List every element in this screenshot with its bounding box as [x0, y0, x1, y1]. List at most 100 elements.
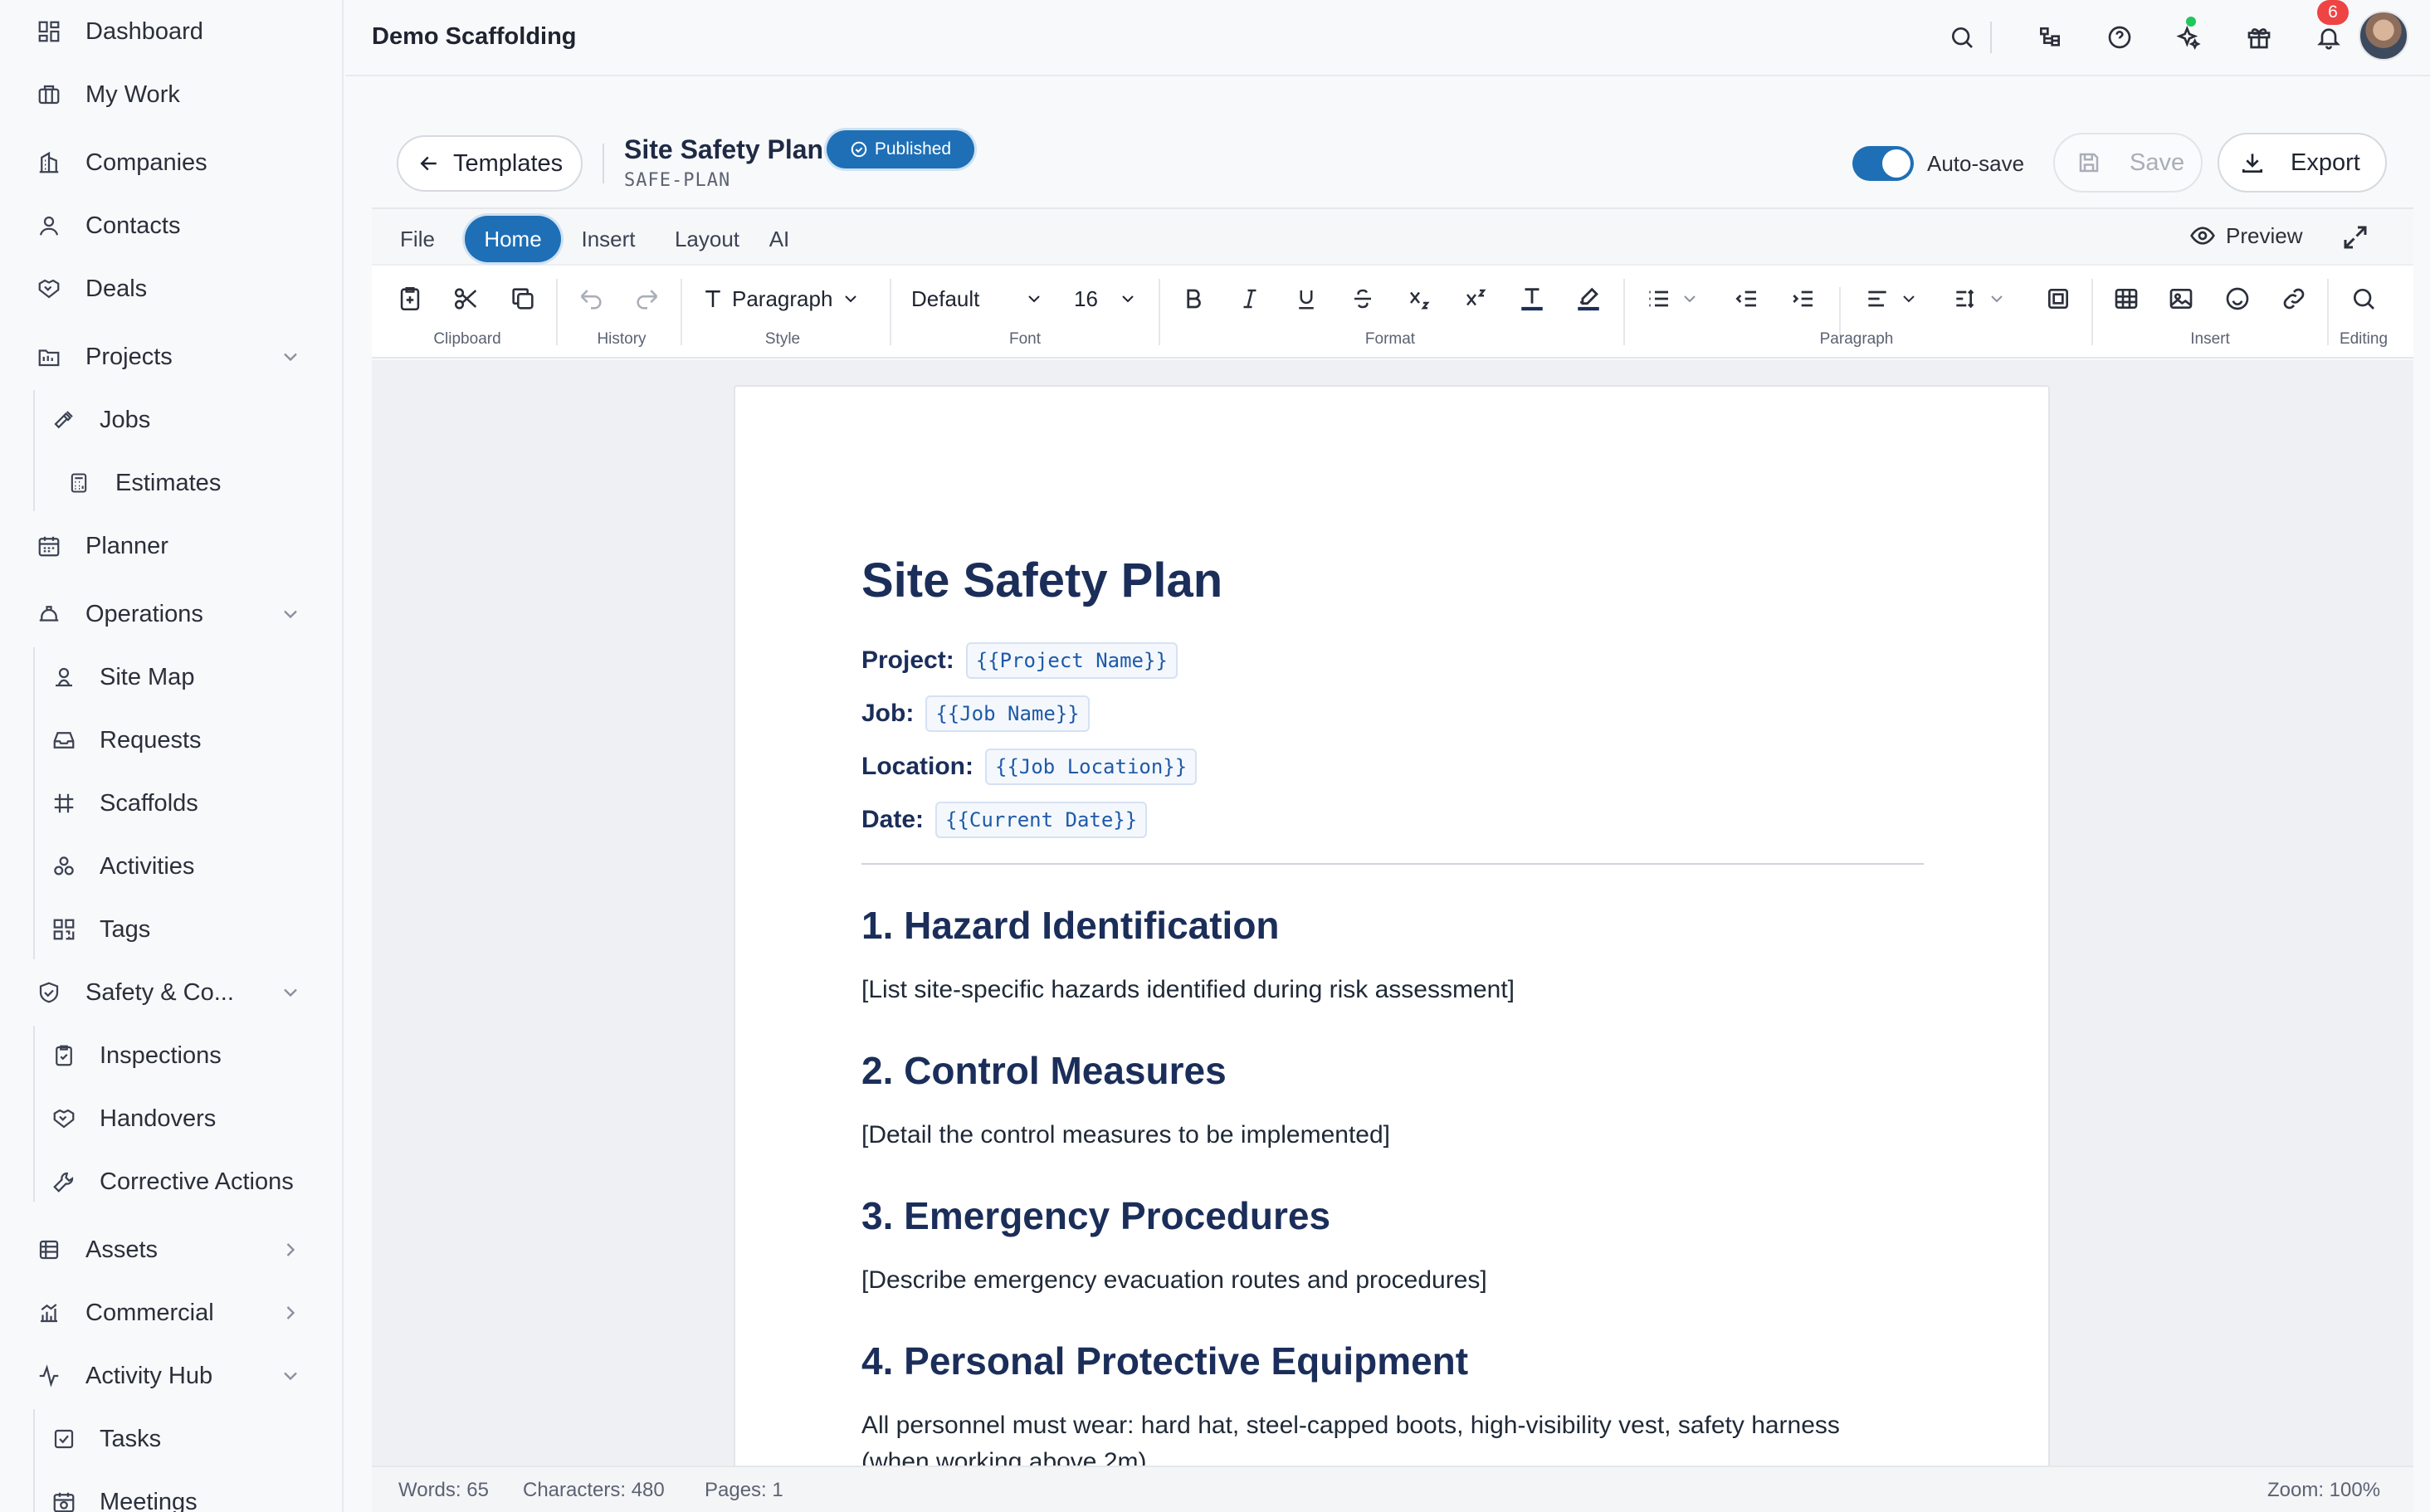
preview-button[interactable]: Preview	[2189, 222, 2302, 249]
group-label-paragraph: Paragraph	[1819, 330, 1894, 348]
sidebar-item-scaffolds[interactable]: Scaffolds	[0, 777, 342, 830]
sidebar-item-dashboard[interactable]: Dashboard	[0, 5, 342, 58]
merge-field-token[interactable]: {{Project Name}}	[965, 642, 1178, 679]
chevron-down-icon[interactable]	[279, 1364, 302, 1388]
bullet-list-icon[interactable]	[1642, 282, 1675, 315]
sidebar-item-inspections[interactable]: Inspections	[0, 1029, 342, 1082]
sidebar-item-site-map[interactable]: Site Map	[0, 651, 342, 704]
block-quote-icon[interactable]	[2042, 282, 2075, 315]
subscript-icon[interactable]	[1403, 282, 1436, 315]
sidebar-item-jobs[interactable]: Jobs	[0, 393, 342, 446]
meta-row-project: Project: {{Project Name}}	[861, 642, 1178, 679]
chevron-down-icon[interactable]	[279, 345, 302, 368]
chevron-down-icon[interactable]	[279, 602, 302, 626]
superscript-icon[interactable]	[1459, 282, 1492, 315]
divider	[1159, 279, 1160, 345]
image-icon[interactable]	[2164, 282, 2198, 315]
meta-row-location: Location: {{Job Location}}	[861, 749, 1198, 785]
sidebar-item-label: Dashboard	[85, 17, 203, 45]
divider	[2091, 279, 2093, 345]
section-body: [List site-specific hazards identified d…	[861, 976, 1515, 1003]
underline-icon[interactable]	[1290, 282, 1323, 315]
sidebar-item-tags[interactable]: Tags	[0, 903, 342, 956]
outdent-icon[interactable]	[1730, 282, 1763, 315]
sidebar-item-contacts[interactable]: Contacts	[0, 199, 342, 252]
sidebar-item-estimates[interactable]: Estimates	[0, 456, 342, 510]
sidebar-item-handovers[interactable]: Handovers	[0, 1092, 342, 1145]
sidebar-item-meetings[interactable]: Meetings	[0, 1475, 342, 1512]
sidebar-item-corrective-actions[interactable]: Corrective Actions	[0, 1155, 342, 1208]
find-icon[interactable]	[2347, 282, 2380, 315]
link-icon[interactable]	[2277, 282, 2310, 315]
tab-file[interactable]: File	[388, 216, 446, 262]
group-label-insert: Insert	[2190, 330, 2230, 348]
sidebar-item-operations[interactable]: Operations	[0, 588, 342, 641]
autosave-toggle[interactable]	[1852, 146, 1914, 181]
status-bar: Words: 65 Characters: 480 Pages: 1 Zoom:…	[372, 1466, 2413, 1512]
sidebar-item-activity-hub[interactable]: Activity Hub	[0, 1349, 342, 1402]
chevron-right-icon[interactable]	[279, 1238, 302, 1261]
sidebar-item-planner[interactable]: Planner	[0, 519, 342, 573]
tab-layout[interactable]: Layout	[666, 216, 749, 262]
tab-insert[interactable]: Insert	[571, 216, 646, 262]
sidebar-item-deals[interactable]: Deals	[0, 262, 342, 315]
sidebar-item-assets[interactable]: Assets	[0, 1223, 342, 1276]
text-color-icon[interactable]	[1515, 282, 1549, 315]
highlight-icon[interactable]	[1572, 282, 1605, 315]
group-label-format: Format	[1364, 330, 1416, 348]
expand-icon[interactable]	[2340, 222, 2370, 252]
chevron-down-icon[interactable]	[1673, 282, 1706, 315]
merge-field-token[interactable]: {{Current Date}}	[935, 802, 1148, 838]
sidebar-item-safety[interactable]: Safety & Co...	[0, 966, 342, 1019]
paragraph-style-dropdown[interactable]: Paragraph	[700, 280, 861, 317]
bold-icon[interactable]	[1177, 282, 1210, 315]
export-button[interactable]: Export	[2218, 133, 2387, 193]
hardhat-icon	[35, 600, 63, 628]
pulse-icon	[35, 1362, 63, 1390]
back-to-templates-button[interactable]: Templates	[397, 135, 583, 192]
font-size-dropdown[interactable]: 16	[1074, 280, 1138, 317]
merge-field-token[interactable]: {{Job Location}}	[985, 749, 1198, 785]
sidebar-item-requests[interactable]: Requests	[0, 714, 342, 767]
font-family-dropdown[interactable]: Default	[911, 280, 1044, 317]
align-left-icon[interactable]	[1861, 282, 1894, 315]
bell-icon[interactable]	[2312, 21, 2345, 54]
chevron-right-icon[interactable]	[279, 1301, 302, 1324]
sidebar-item-projects[interactable]: Projects	[0, 330, 342, 383]
tab-home[interactable]: Home	[465, 216, 561, 262]
chevron-down-icon[interactable]	[1892, 282, 1925, 315]
redo-icon[interactable]	[631, 282, 664, 315]
scissors-icon[interactable]	[450, 282, 483, 315]
line-spacing-icon[interactable]	[1949, 282, 1982, 315]
zoom-level[interactable]: Zoom: 100%	[2267, 1479, 2380, 1502]
table-icon[interactable]	[2110, 282, 2143, 315]
paste-icon[interactable]	[393, 282, 427, 315]
sidebar-item-companies[interactable]: Companies	[0, 136, 342, 189]
org-tree-icon[interactable]	[2033, 21, 2066, 54]
save-button[interactable]: Save	[2053, 133, 2203, 193]
merge-field-token[interactable]: {{Job Name}}	[925, 695, 1090, 732]
help-icon[interactable]	[2103, 21, 2136, 54]
undo-icon[interactable]	[574, 282, 608, 315]
indent-icon[interactable]	[1786, 282, 1819, 315]
tab-ai[interactable]: AI	[759, 216, 800, 262]
sidebar-item-tasks[interactable]: Tasks	[0, 1412, 342, 1466]
avatar[interactable]	[2359, 11, 2408, 61]
chevron-down-icon[interactable]	[279, 981, 302, 1004]
gift-icon[interactable]	[2242, 21, 2276, 54]
document-page[interactable]: Site Safety Plan Project: {{Project Name…	[734, 385, 2050, 1512]
sidebar-item-label: Planner	[85, 532, 168, 559]
sidebar-item-my-work[interactable]: My Work	[0, 68, 342, 121]
strikethrough-icon[interactable]	[1346, 282, 1379, 315]
sidebar-item-activities[interactable]: Activities	[0, 840, 342, 893]
status-dot	[2186, 17, 2196, 27]
chevron-down-icon[interactable]	[1980, 282, 2013, 315]
search-icon[interactable]	[1945, 21, 1979, 54]
meta-key: Project:	[861, 646, 954, 674]
group-label-history: History	[597, 330, 647, 348]
sidebar-item-commercial[interactable]: Commercial	[0, 1286, 342, 1339]
copy-icon[interactable]	[506, 282, 539, 315]
activities-icon	[50, 852, 78, 880]
italic-icon[interactable]	[1233, 282, 1266, 315]
emoji-icon[interactable]	[2221, 282, 2254, 315]
